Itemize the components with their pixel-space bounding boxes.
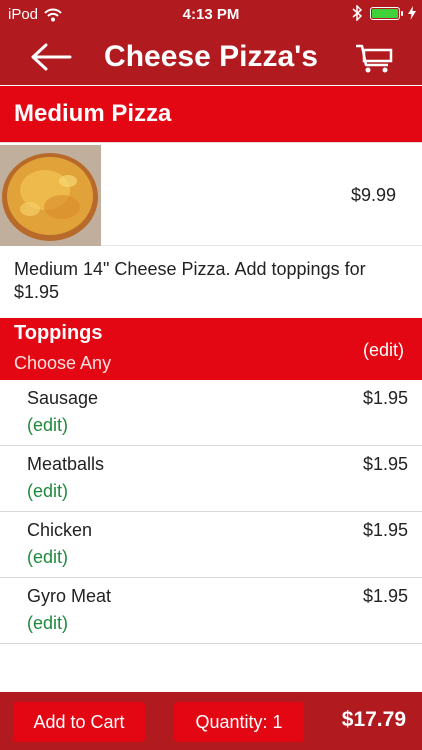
bottom-bar: Add to Cart Quantity: 1 $17.79 [0,692,422,750]
toppings-header: Toppings Choose Any (edit) [0,318,422,380]
topping-row[interactable]: Gyro Meat $1.95 (edit) [0,578,422,644]
topping-name: Meatballs [27,454,105,474]
topping-edit-link[interactable]: (edit) [27,613,68,634]
topping-price: $1.95 [362,586,408,606]
topping-row[interactable]: Sausage $1.95 (edit) [0,380,422,446]
topping-edit-link[interactable]: (edit) [27,481,68,502]
topping-price: $1.95 [362,388,408,408]
product-description: Medium 14" Cheese Pizza. Add toppings fo… [14,259,366,302]
cart-icon[interactable] [354,41,394,75]
pizza-image [0,145,101,246]
battery-level [372,8,398,18]
toppings-subtitle: Choose Any [14,353,112,373]
order-total: $17.79 [341,708,406,731]
status-bar: iPod 4:13 PM [0,0,422,30]
battery-icon [370,6,403,20]
topping-name: Sausage [27,388,99,408]
toppings-title: Toppings [14,322,103,344]
nav-bar: Cheese Pizza's [0,30,422,85]
topping-row[interactable]: Meatballs $1.95 (edit) [0,446,422,512]
topping-row[interactable]: Chicken $1.95 (edit) [0,512,422,578]
add-to-cart-button[interactable]: Add to Cart [13,702,145,742]
charging-icon [408,6,416,20]
topping-name: Chicken [27,520,93,540]
product-row: $9.99 [0,142,422,246]
size-header: Medium Pizza [0,86,422,142]
topping-price: $1.95 [362,520,408,540]
topping-price: $1.95 [362,454,408,474]
bluetooth-icon [352,5,362,21]
status-right [352,5,416,21]
toppings-edit-link[interactable]: (edit) [363,340,404,361]
back-arrow-icon[interactable] [30,42,72,72]
size-title: Medium Pizza [14,100,172,127]
product-price: $9.99 [350,185,396,205]
topping-edit-link[interactable]: (edit) [27,415,68,436]
topping-edit-link[interactable]: (edit) [27,547,68,568]
page-title: Cheese Pizza's [104,40,318,73]
topping-name: Gyro Meat [27,586,112,606]
quantity-button[interactable]: Quantity: 1 [174,702,304,742]
